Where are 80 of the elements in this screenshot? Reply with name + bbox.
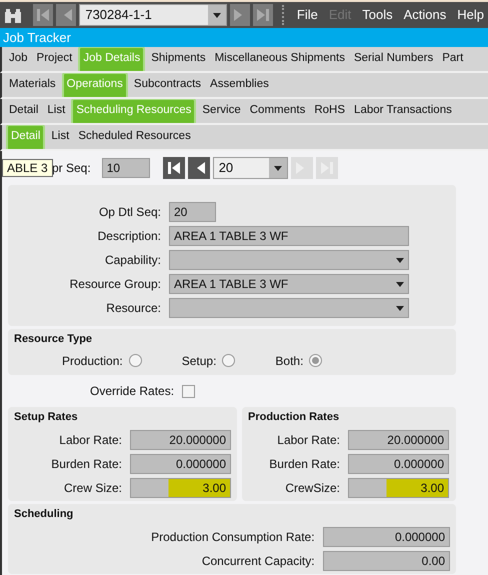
text-field[interactable]: 20 — [169, 202, 216, 222]
number-field[interactable]: 3.00 — [130, 478, 231, 498]
tab[interactable]: Materials — [6, 76, 59, 97]
number-field[interactable]: 20.000000 — [348, 430, 449, 450]
number-field[interactable]: 20.000000 — [130, 430, 231, 450]
previous-button[interactable] — [188, 157, 210, 179]
tab[interactable]: Subcontracts — [130, 76, 204, 97]
tab[interactable]: Job — [6, 50, 31, 71]
number-field[interactable]: 3.00 — [348, 478, 449, 498]
dropdown-field[interactable] — [169, 298, 409, 318]
caret-icon — [396, 306, 404, 310]
next-record-button[interactable] — [230, 4, 250, 26]
tab[interactable]: List — [48, 128, 72, 149]
checkbox[interactable] — [182, 384, 196, 398]
field-label: Crew Size: — [62, 480, 122, 496]
first-record-button[interactable] — [33, 4, 54, 26]
caret-icon[interactable] — [268, 158, 287, 178]
tab[interactable]: Miscellaneous Shipments — [212, 50, 348, 71]
field-label: Op Dtl Seq: — [98, 204, 161, 221]
section-title: Production Rates — [248, 410, 340, 425]
field-label: Labor Rate: — [58, 432, 122, 448]
field-label: Labor Rate: — [276, 432, 340, 448]
number-field[interactable]: 0.00 — [322, 550, 450, 570]
menu-item[interactable]: Help — [453, 5, 488, 25]
menu-item[interactable]: Tools — [358, 5, 397, 25]
section-title: Scheduling — [14, 507, 74, 522]
radio-button[interactable] — [309, 354, 322, 367]
tab[interactable]: Part — [439, 50, 466, 71]
last-record-button[interactable] — [252, 4, 273, 26]
field-label: pr Seq: — [52, 160, 91, 177]
option-label: Both: — [275, 352, 304, 370]
radio-button[interactable] — [222, 354, 236, 367]
field-label: Resource: — [105, 300, 161, 317]
detail-seq-combo[interactable]: 20 — [212, 157, 288, 179]
tab[interactable]: Serial Numbers — [350, 50, 436, 71]
tab[interactable]: Assemblies — [207, 76, 272, 97]
tab[interactable]: Service — [199, 102, 244, 123]
field-label: Override Rates: — [90, 383, 174, 400]
field-label: Production Consumption Rate: — [150, 528, 315, 546]
window-title: Job Tracker — [0, 28, 488, 47]
field-label: CrewSize: — [284, 480, 340, 496]
number-field[interactable]: 0.000000 — [130, 454, 231, 474]
previous-record-button[interactable] — [56, 4, 76, 26]
tab[interactable]: List — [44, 102, 68, 123]
field-label: Concurrent Capacity: — [200, 552, 315, 570]
radio-button[interactable] — [128, 354, 142, 367]
skip-back-icon — [166, 161, 181, 175]
skip-forward-icon — [256, 8, 270, 22]
number-field[interactable]: 0.000000 — [348, 454, 449, 474]
tab[interactable]: Detail — [6, 102, 42, 123]
field-label: Burden Rate: — [50, 456, 122, 472]
dropdown-field[interactable]: AREA 1 TABLE 3 WF — [169, 274, 409, 294]
binoculars-icon[interactable] — [4, 6, 22, 24]
tab[interactable]: Labor Transactions — [351, 102, 455, 123]
caret-icon[interactable] — [208, 5, 226, 25]
skip-back-icon — [36, 8, 50, 22]
record-combo[interactable]: 730284-1-1 — [79, 4, 227, 26]
option-label: Production: — [62, 352, 123, 370]
tab[interactable]: Project — [34, 50, 76, 71]
tab[interactable]: Comments — [246, 102, 308, 123]
text-field[interactable]: AREA 1 TABLE 3 WF — [169, 226, 409, 246]
caret-icon — [396, 282, 404, 286]
opr-seq-field[interactable]: 10 — [102, 158, 150, 178]
first-button[interactable] — [162, 157, 185, 179]
field-label: Description: — [96, 228, 161, 245]
field-label: Resource Group: — [68, 276, 161, 293]
tab[interactable]: Shipments — [148, 50, 209, 71]
tooltip: ABLE 3 — [2, 159, 53, 177]
dropdown-field[interactable] — [169, 250, 409, 270]
field-label: Burden Rate: — [268, 456, 340, 472]
section-title: Resource Type — [14, 332, 94, 347]
tab[interactable]: Scheduled Resources — [75, 128, 194, 149]
caret-icon — [396, 258, 404, 262]
field-label: Capability: — [104, 252, 161, 269]
option-label: Setup: — [182, 352, 216, 370]
section-title: Setup Rates — [14, 410, 79, 425]
menu-item[interactable]: Actions — [400, 5, 450, 25]
tab[interactable]: RoHS — [311, 102, 348, 123]
number-field[interactable]: 0.000000 — [322, 526, 450, 546]
menu-item[interactable]: File — [292, 5, 322, 25]
